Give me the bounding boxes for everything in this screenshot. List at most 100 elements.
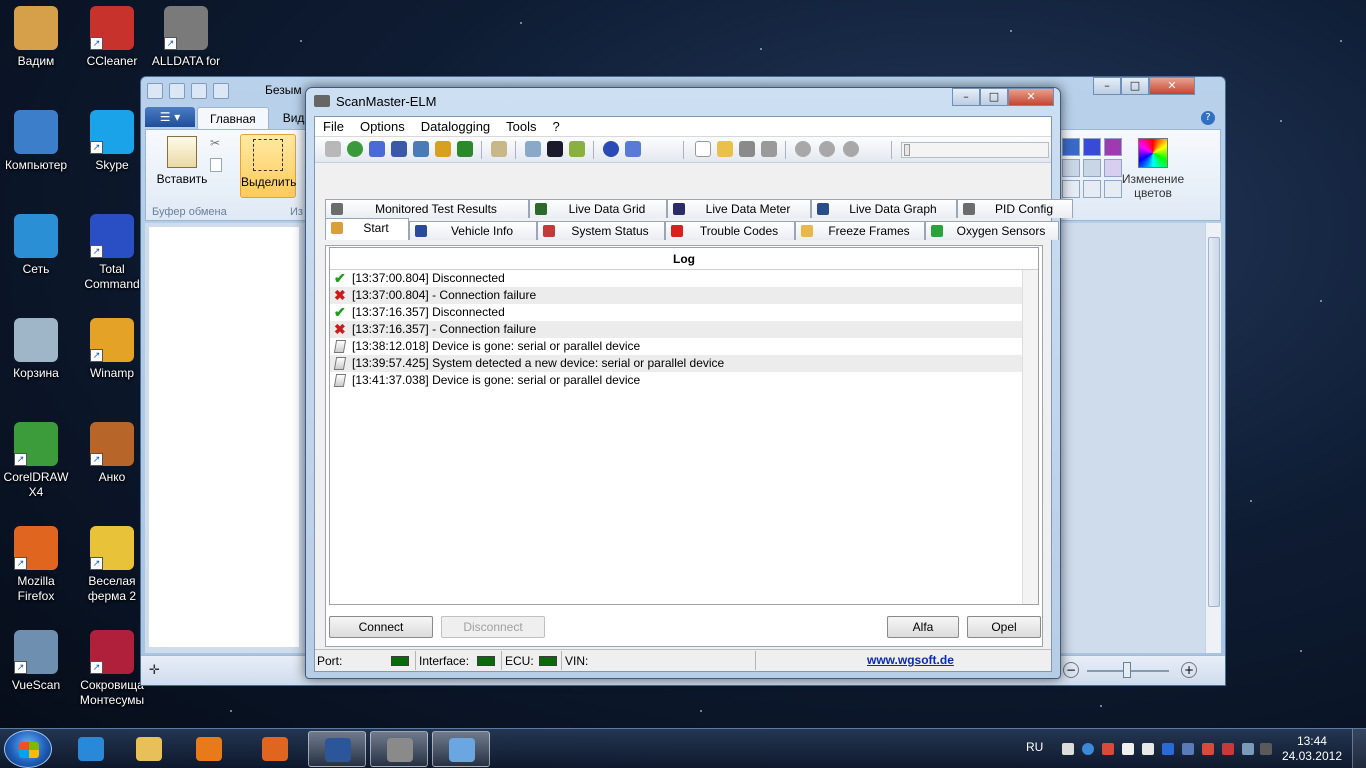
taskbar-paint[interactable]: [432, 731, 490, 767]
new-file-icon[interactable]: [695, 141, 711, 157]
action-center-flag-icon[interactable]: [1122, 743, 1134, 755]
tab-monitored-test-results[interactable]: Monitored Test Results: [325, 199, 529, 218]
desktop-icon[interactable]: ↗ Сокровища Монтесумы: [76, 630, 148, 708]
desktop-icon[interactable]: Вадим: [0, 6, 72, 69]
play-icon[interactable]: [795, 141, 811, 157]
drawing-canvas[interactable]: [149, 227, 299, 647]
menu-datalogging[interactable]: Datalogging: [413, 117, 498, 136]
disconnect-button[interactable]: Disconnect: [441, 616, 545, 638]
zoom-in-icon[interactable]: +: [1181, 662, 1197, 678]
close-button[interactable]: ✕: [1149, 77, 1195, 95]
tab-system-status[interactable]: System Status: [537, 221, 665, 240]
print-icon[interactable]: [761, 141, 777, 157]
tab-live-data-graph[interactable]: Live Data Graph: [811, 199, 957, 218]
save-icon[interactable]: [169, 83, 185, 99]
select-button[interactable]: Выделить: [240, 134, 296, 198]
log-list[interactable]: Log ✔ [13:37:00.804] Disconnected ✖ [13:37:…: [329, 247, 1039, 605]
edit-colors-label[interactable]: Изменение цветов: [1116, 172, 1190, 200]
desktop-icon[interactable]: Корзина: [0, 318, 72, 381]
color-swatch[interactable]: [1083, 180, 1101, 198]
show-desktop-button[interactable]: [1352, 729, 1366, 768]
scanmaster-titlebar[interactable]: ScanMaster-ELM – □ ✕: [306, 88, 1060, 114]
desktop-icon[interactable]: ↗ Анко: [76, 422, 148, 485]
log-entry[interactable]: ✖ [13:37:00.804] - Connection failure: [330, 287, 1022, 304]
desktop-icon[interactable]: ↗ CorelDRAW X4: [0, 422, 72, 500]
help-icon[interactable]: ?: [1201, 111, 1215, 125]
zoom-out-icon[interactable]: −: [1063, 662, 1079, 678]
menu-file[interactable]: File: [315, 117, 352, 136]
playback-slider[interactable]: [901, 142, 1049, 158]
cut-icon[interactable]: ✂: [210, 136, 224, 150]
color-swatch[interactable]: [1083, 159, 1101, 177]
color-swatch[interactable]: [1104, 138, 1122, 156]
globe-icon[interactable]: [347, 141, 363, 157]
desktop-icon[interactable]: ↗ VueScan: [0, 630, 72, 693]
paste-button[interactable]: Вставить: [152, 136, 212, 196]
battery-icon[interactable]: [1062, 743, 1074, 755]
website-link[interactable]: www.wgsoft.de: [867, 653, 954, 667]
start-button[interactable]: [4, 730, 52, 768]
clipboard-icon[interactable]: [491, 141, 507, 157]
desktop-icon[interactable]: Сеть: [0, 214, 72, 277]
redo-icon[interactable]: [213, 83, 229, 99]
menu-help[interactable]: ?: [545, 117, 568, 136]
taskbar-internet-explorer[interactable]: [62, 731, 120, 767]
wireless-icon[interactable]: [1242, 743, 1254, 755]
display-icon[interactable]: [1142, 743, 1154, 755]
tray-app-icon[interactable]: [1260, 743, 1272, 755]
signal-icon[interactable]: [1222, 743, 1234, 755]
network-adapter-icon[interactable]: [1182, 743, 1194, 755]
network-icon[interactable]: [1082, 743, 1094, 755]
clock[interactable]: 13:44 24.03.2012: [1282, 734, 1342, 764]
color-swatch[interactable]: [1062, 159, 1080, 177]
copy-icon[interactable]: [210, 158, 222, 172]
color-swatch[interactable]: [1062, 138, 1080, 156]
battery-icon[interactable]: [569, 141, 585, 157]
log-scrollbar[interactable]: [1022, 270, 1038, 604]
taskbar-media-player[interactable]: [180, 731, 238, 767]
tab-oxygen-sensors[interactable]: Oxygen Sensors: [925, 221, 1059, 240]
open-folder-icon[interactable]: [717, 141, 733, 157]
safely-remove-icon[interactable]: [1102, 743, 1114, 755]
tab-trouble-codes[interactable]: Trouble Codes: [665, 221, 795, 240]
tab-home[interactable]: Главная: [197, 107, 269, 129]
traffic-light-icon[interactable]: [457, 141, 473, 157]
close-button[interactable]: ✕: [1008, 88, 1054, 106]
undo-icon[interactable]: [191, 83, 207, 99]
log-entry[interactable]: ✔ [13:37:00.804] Disconnected: [330, 270, 1022, 287]
tab-start[interactable]: Start: [325, 218, 409, 240]
log-entry[interactable]: [13:38:12.018] Device is gone: serial or…: [330, 338, 1022, 355]
opel-button[interactable]: Opel: [967, 616, 1041, 638]
tab-pid-config[interactable]: PID Config: [957, 199, 1073, 218]
log-entry[interactable]: [13:39:57.425] System detected a new dev…: [330, 355, 1022, 372]
tab-vehicle-info[interactable]: Vehicle Info: [409, 221, 537, 240]
tab-live-data-grid[interactable]: Live Data Grid: [529, 199, 667, 218]
info-icon[interactable]: [603, 141, 619, 157]
graph-icon[interactable]: [413, 141, 429, 157]
paint-vertical-scrollbar[interactable]: [1205, 223, 1221, 653]
stop-icon[interactable]: [843, 141, 859, 157]
palette-icon[interactable]: [435, 141, 451, 157]
zoom-slider-thumb[interactable]: [1123, 662, 1131, 678]
desktop-icon[interactable]: ↗ Skype: [76, 110, 148, 173]
slider-knob[interactable]: [904, 144, 910, 156]
report-icon[interactable]: [369, 141, 385, 157]
scrollbar-thumb[interactable]: [1208, 237, 1220, 607]
pause-icon[interactable]: [819, 141, 835, 157]
tab-live-data-meter[interactable]: Live Data Meter: [667, 199, 811, 218]
desktop-icon[interactable]: ↗ Mozilla Firefox: [0, 526, 72, 604]
log-entry[interactable]: ✔ [13:37:16.357] Disconnected: [330, 304, 1022, 321]
paint-app-icon[interactable]: [147, 83, 163, 99]
taskbar-scanmaster[interactable]: [370, 731, 428, 767]
terminal-icon[interactable]: [547, 141, 563, 157]
menu-tools[interactable]: Tools: [498, 117, 544, 136]
bluetooth-icon[interactable]: [1162, 743, 1174, 755]
connect-button[interactable]: Connect: [329, 616, 433, 638]
color-swatch[interactable]: [1062, 180, 1080, 198]
connect-tool-icon[interactable]: [325, 141, 341, 157]
minimize-button[interactable]: –: [1093, 77, 1121, 95]
taskbar-explorer[interactable]: [120, 731, 178, 767]
log-entry[interactable]: ✖ [13:37:16.357] - Connection failure: [330, 321, 1022, 338]
desktop-icon[interactable]: ↗ Total Command: [76, 214, 148, 292]
save-icon[interactable]: [739, 141, 755, 157]
